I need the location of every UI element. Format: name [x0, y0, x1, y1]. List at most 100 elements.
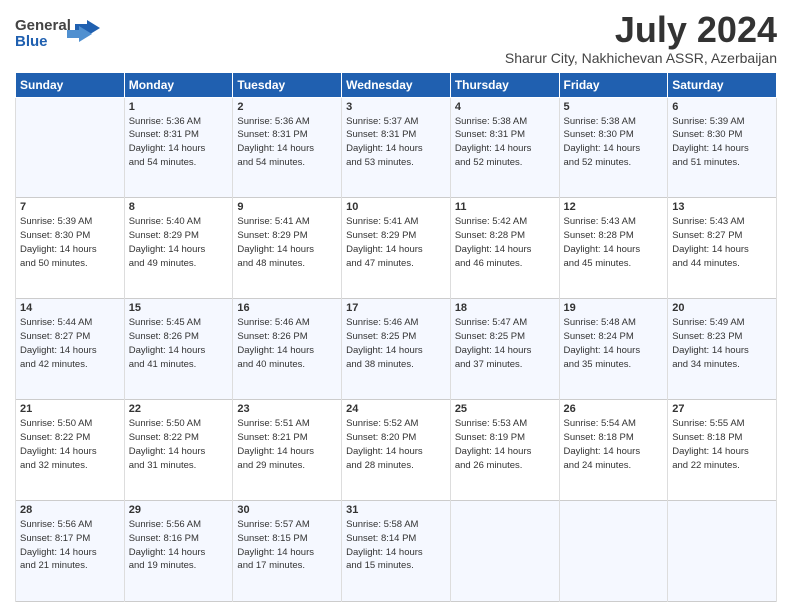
- calendar-cell: 27 Sunrise: 5:55 AM Sunset: 8:18 PM Dayli…: [668, 400, 777, 501]
- weekday-monday: Monday: [124, 72, 233, 97]
- day-number: 1: [129, 101, 229, 113]
- calendar-cell: 28 Sunrise: 5:56 AM Sunset: 8:17 PM Dayli…: [16, 501, 125, 602]
- day-number: 11: [455, 201, 555, 213]
- day-number: 27: [672, 403, 772, 415]
- day-info: Sunrise: 5:43 AM Sunset: 8:27 PM Dayligh…: [672, 215, 772, 270]
- calendar-cell: 18Sunrise: 5:47 AM Sunset: 8:25 PM Dayli…: [450, 299, 559, 400]
- calendar-cell: 20Sunrise: 5:49 AM Sunset: 8:23 PM Dayli…: [668, 299, 777, 400]
- calendar-cell: 21 Sunrise: 5:50 AM Sunset: 8:22 PM Dayli…: [16, 400, 125, 501]
- logo: General Blue: [15, 10, 105, 55]
- day-number: 18: [455, 302, 555, 314]
- week-row-3: 14 Sunrise: 5:44 AM Sunset: 8:27 PM Dayli…: [16, 299, 777, 400]
- calendar-cell: 25 Sunrise: 5:53 AM Sunset: 8:19 PM Dayli…: [450, 400, 559, 501]
- header: General Blue July 2024 Sharur City, Nakh…: [15, 10, 777, 66]
- calendar-cell: 2 Sunrise: 5:36 AM Sunset: 8:31 PM Daylig…: [233, 97, 342, 198]
- day-number: 22: [129, 403, 229, 415]
- day-info: Sunrise: 5:57 AM Sunset: 8:15 PM Dayligh…: [237, 518, 337, 573]
- day-number: 23: [237, 403, 337, 415]
- calendar-cell: 15 Sunrise: 5:45 AM Sunset: 8:26 PM Dayli…: [124, 299, 233, 400]
- calendar-cell: 30 Sunrise: 5:57 AM Sunset: 8:15 PM Dayli…: [233, 501, 342, 602]
- calendar-cell: [668, 501, 777, 602]
- weekday-thursday: Thursday: [450, 72, 559, 97]
- day-info: Sunrise: 5:55 AM Sunset: 8:18 PM Dayligh…: [672, 417, 772, 472]
- day-number: 9: [237, 201, 337, 213]
- calendar-cell: 4Sunrise: 5:38 AM Sunset: 8:31 PM Daylig…: [450, 97, 559, 198]
- day-info: Sunrise: 5:48 AM Sunset: 8:24 PM Dayligh…: [564, 316, 664, 371]
- week-row-2: 7 Sunrise: 5:39 AM Sunset: 8:30 PM Daylig…: [16, 198, 777, 299]
- day-number: 13: [672, 201, 772, 213]
- day-info: Sunrise: 5:41 AM Sunset: 8:29 PM Dayligh…: [346, 215, 446, 270]
- day-info: Sunrise: 5:39 AM Sunset: 8:30 PM Dayligh…: [20, 215, 120, 270]
- day-info: Sunrise: 5:50 AM Sunset: 8:22 PM Dayligh…: [20, 417, 120, 472]
- day-number: 3: [346, 101, 446, 113]
- calendar-cell: [16, 97, 125, 198]
- calendar-table: SundayMondayTuesdayWednesdayThursdayFrid…: [15, 72, 777, 602]
- day-info: Sunrise: 5:51 AM Sunset: 8:21 PM Dayligh…: [237, 417, 337, 472]
- day-number: 8: [129, 201, 229, 213]
- calendar-cell: 31Sunrise: 5:58 AM Sunset: 8:14 PM Dayli…: [342, 501, 451, 602]
- day-info: Sunrise: 5:44 AM Sunset: 8:27 PM Dayligh…: [20, 316, 120, 371]
- weekday-tuesday: Tuesday: [233, 72, 342, 97]
- calendar-cell: 7 Sunrise: 5:39 AM Sunset: 8:30 PM Daylig…: [16, 198, 125, 299]
- day-info: Sunrise: 5:43 AM Sunset: 8:28 PM Dayligh…: [564, 215, 664, 270]
- day-info: Sunrise: 5:50 AM Sunset: 8:22 PM Dayligh…: [129, 417, 229, 472]
- day-number: 14: [20, 302, 120, 314]
- day-number: 26: [564, 403, 664, 415]
- day-number: 12: [564, 201, 664, 213]
- calendar-cell: 11 Sunrise: 5:42 AM Sunset: 8:28 PM Dayli…: [450, 198, 559, 299]
- calendar-cell: [450, 501, 559, 602]
- calendar-cell: 23 Sunrise: 5:51 AM Sunset: 8:21 PM Dayli…: [233, 400, 342, 501]
- day-info: Sunrise: 5:36 AM Sunset: 8:31 PM Dayligh…: [129, 115, 229, 170]
- day-info: Sunrise: 5:45 AM Sunset: 8:26 PM Dayligh…: [129, 316, 229, 371]
- weekday-header-row: SundayMondayTuesdayWednesdayThursdayFrid…: [16, 72, 777, 97]
- day-info: Sunrise: 5:40 AM Sunset: 8:29 PM Dayligh…: [129, 215, 229, 270]
- day-info: Sunrise: 5:49 AM Sunset: 8:23 PM Dayligh…: [672, 316, 772, 371]
- day-info: Sunrise: 5:53 AM Sunset: 8:19 PM Dayligh…: [455, 417, 555, 472]
- calendar-cell: 10Sunrise: 5:41 AM Sunset: 8:29 PM Dayli…: [342, 198, 451, 299]
- day-info: Sunrise: 5:37 AM Sunset: 8:31 PM Dayligh…: [346, 115, 446, 170]
- weekday-friday: Friday: [559, 72, 668, 97]
- calendar-cell: 29Sunrise: 5:56 AM Sunset: 8:16 PM Dayli…: [124, 501, 233, 602]
- day-number: 24: [346, 403, 446, 415]
- day-number: 25: [455, 403, 555, 415]
- day-info: Sunrise: 5:38 AM Sunset: 8:31 PM Dayligh…: [455, 115, 555, 170]
- month-title: July 2024: [505, 10, 777, 50]
- day-number: 21: [20, 403, 120, 415]
- title-block: July 2024 Sharur City, Nakhichevan ASSR,…: [505, 10, 777, 66]
- calendar-cell: 12 Sunrise: 5:43 AM Sunset: 8:28 PM Dayli…: [559, 198, 668, 299]
- page: General Blue July 2024 Sharur City, Nakh…: [0, 0, 792, 612]
- calendar-cell: 14 Sunrise: 5:44 AM Sunset: 8:27 PM Dayli…: [16, 299, 125, 400]
- calendar-cell: 26 Sunrise: 5:54 AM Sunset: 8:18 PM Dayli…: [559, 400, 668, 501]
- day-info: Sunrise: 5:36 AM Sunset: 8:31 PM Dayligh…: [237, 115, 337, 170]
- week-row-1: 1 Sunrise: 5:36 AM Sunset: 8:31 PM Daylig…: [16, 97, 777, 198]
- day-info: Sunrise: 5:46 AM Sunset: 8:26 PM Dayligh…: [237, 316, 337, 371]
- svg-text:Blue: Blue: [15, 33, 48, 50]
- day-info: Sunrise: 5:54 AM Sunset: 8:18 PM Dayligh…: [564, 417, 664, 472]
- calendar-cell: [559, 501, 668, 602]
- day-info: Sunrise: 5:42 AM Sunset: 8:28 PM Dayligh…: [455, 215, 555, 270]
- day-number: 2: [237, 101, 337, 113]
- day-number: 7: [20, 201, 120, 213]
- day-info: Sunrise: 5:39 AM Sunset: 8:30 PM Dayligh…: [672, 115, 772, 170]
- day-number: 16: [237, 302, 337, 314]
- day-info: Sunrise: 5:56 AM Sunset: 8:17 PM Dayligh…: [20, 518, 120, 573]
- day-info: Sunrise: 5:56 AM Sunset: 8:16 PM Dayligh…: [129, 518, 229, 573]
- day-number: 5: [564, 101, 664, 113]
- day-number: 6: [672, 101, 772, 113]
- day-number: 17: [346, 302, 446, 314]
- calendar-cell: 6 Sunrise: 5:39 AM Sunset: 8:30 PM Daylig…: [668, 97, 777, 198]
- calendar-cell: 22 Sunrise: 5:50 AM Sunset: 8:22 PM Dayli…: [124, 400, 233, 501]
- day-info: Sunrise: 5:38 AM Sunset: 8:30 PM Dayligh…: [564, 115, 664, 170]
- calendar-cell: 13 Sunrise: 5:43 AM Sunset: 8:27 PM Dayli…: [668, 198, 777, 299]
- day-number: 30: [237, 504, 337, 516]
- weekday-saturday: Saturday: [668, 72, 777, 97]
- day-info: Sunrise: 5:41 AM Sunset: 8:29 PM Dayligh…: [237, 215, 337, 270]
- weekday-sunday: Sunday: [16, 72, 125, 97]
- day-number: 28: [20, 504, 120, 516]
- location-title: Sharur City, Nakhichevan ASSR, Azerbaija…: [505, 50, 777, 66]
- weekday-wednesday: Wednesday: [342, 72, 451, 97]
- day-info: Sunrise: 5:58 AM Sunset: 8:14 PM Dayligh…: [346, 518, 446, 573]
- day-number: 15: [129, 302, 229, 314]
- svg-text:General: General: [15, 17, 71, 34]
- week-row-4: 21 Sunrise: 5:50 AM Sunset: 8:22 PM Dayli…: [16, 400, 777, 501]
